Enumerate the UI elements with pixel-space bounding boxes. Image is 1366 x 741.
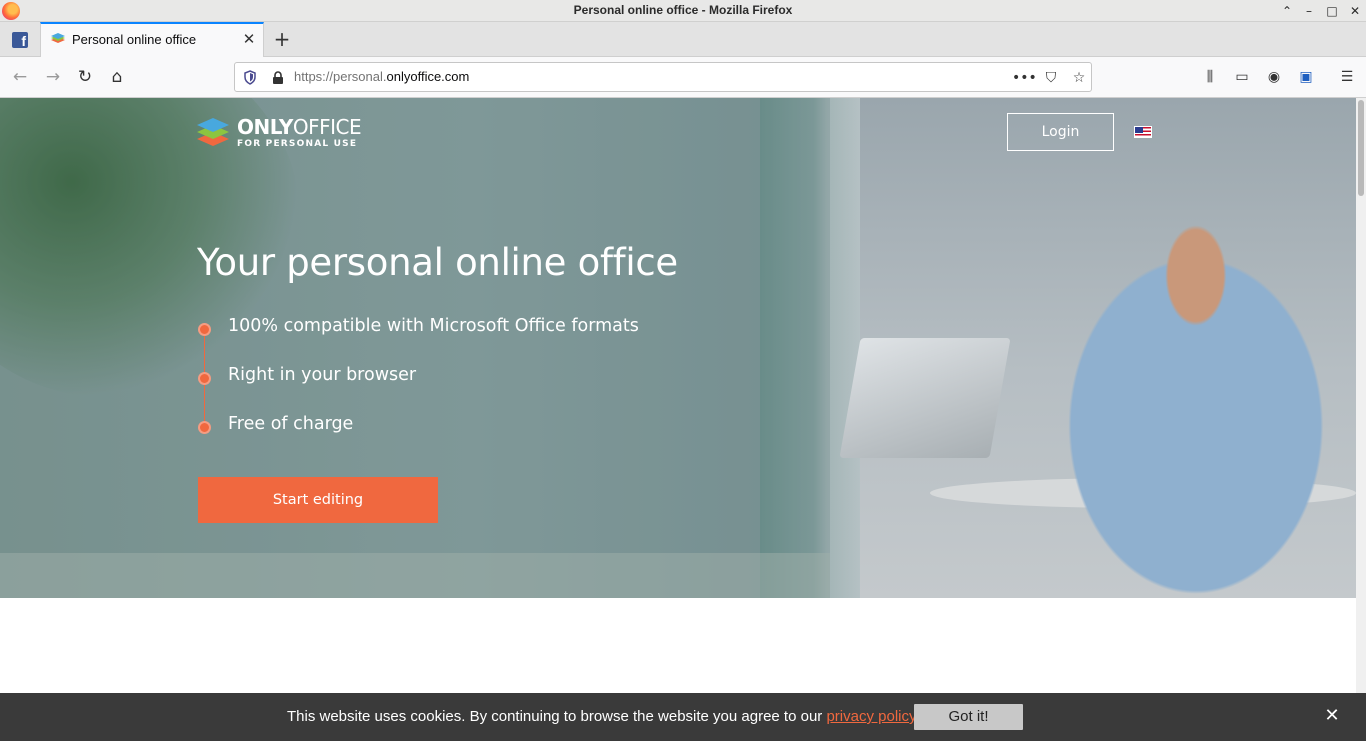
navigation-toolbar: ← → ↻ ⌂ https://personal.onlyoffice.com … — [0, 57, 1366, 98]
cookie-text: This website uses cookies. By continuing… — [287, 708, 827, 725]
logo-subtitle: FOR PERSONAL USE — [237, 139, 358, 149]
feature-label: Free of charge — [228, 414, 354, 434]
window-titlebar: Personal online office - Mozilla Firefox… — [0, 0, 1366, 22]
hero-person-image — [1000, 168, 1356, 598]
menu-icon[interactable]: ☰ — [1337, 67, 1357, 87]
got-it-button[interactable]: Got it! — [914, 704, 1023, 730]
tab-facebook[interactable]: f — [0, 22, 40, 57]
page-content: ONLYOFFICE FOR PERSONAL USE Login Your p… — [0, 98, 1366, 741]
sidebar-icon[interactable]: ▭ — [1232, 67, 1252, 87]
url-text[interactable]: https://personal.onlyoffice.com — [294, 69, 469, 84]
onlyoffice-favicon-icon — [51, 33, 65, 43]
page-headline: Your personal online office — [197, 241, 678, 284]
window-minimize-button[interactable]: – — [1300, 2, 1318, 20]
scrollbar-thumb[interactable] — [1358, 100, 1364, 196]
onlyoffice-logo[interactable]: ONLYOFFICE FOR PERSONAL USE — [196, 114, 366, 149]
cookie-banner: This website uses cookies. By continuing… — [0, 693, 1366, 741]
window-close-button[interactable]: ✕ — [1346, 2, 1364, 20]
hero-floor — [0, 553, 830, 598]
pocket-icon[interactable]: ⛉ — [1041, 68, 1061, 88]
cookie-close-icon[interactable]: ✕ — [1323, 706, 1341, 726]
facebook-icon: f — [12, 32, 28, 48]
tab-personal-online-office[interactable]: Personal online office ✕ — [40, 22, 264, 57]
bookmark-star-icon[interactable]: ☆ — [1069, 68, 1089, 88]
bullet-dot-icon — [198, 421, 211, 434]
logo-name-only: ONLY — [237, 115, 293, 139]
tracking-protection-shield-icon[interactable] — [243, 70, 257, 85]
privacy-policy-link[interactable]: privacy policy — [826, 708, 916, 725]
onlyoffice-logo-icon — [197, 118, 229, 146]
url-domain: onlyoffice.com — [386, 69, 470, 84]
login-button[interactable]: Login — [1007, 113, 1114, 151]
hero-laptop-image — [839, 338, 1011, 458]
window-title: Personal online office - Mozilla Firefox — [573, 3, 793, 17]
us-flag-language-icon[interactable] — [1134, 126, 1152, 138]
feature-label: Right in your browser — [228, 365, 417, 385]
feature-label: 100% compatible with Microsoft Office fo… — [228, 316, 639, 336]
logo-name-office: OFFICE — [292, 115, 362, 139]
library-icon[interactable]: ⫼ — [1200, 67, 1220, 87]
back-button[interactable]: ← — [9, 66, 31, 88]
tab-strip: f Personal online office ✕ + — [0, 22, 1366, 57]
hero-banner: ONLYOFFICE FOR PERSONAL USE Login Your p… — [0, 98, 1356, 598]
hero-overlay — [0, 98, 830, 598]
url-bar[interactable]: https://personal.onlyoffice.com ••• ⛉ ☆ — [234, 62, 1092, 92]
bullet-dot-icon — [198, 323, 211, 336]
page-actions-more-icon[interactable]: ••• — [1012, 68, 1037, 88]
start-editing-button[interactable]: Start editing — [198, 477, 438, 523]
url-prefix: https://personal. — [294, 69, 387, 84]
window-maximize-button[interactable]: □ — [1323, 2, 1341, 20]
logo-name: ONLYOFFICE — [237, 115, 362, 139]
extension-icon[interactable]: ▣ — [1296, 67, 1316, 87]
reload-button[interactable]: ↻ — [74, 66, 96, 88]
account-icon[interactable]: ◉ — [1264, 67, 1284, 87]
home-button[interactable]: ⌂ — [106, 66, 128, 88]
page-scrollbar[interactable] — [1356, 98, 1366, 693]
secure-lock-icon[interactable] — [271, 70, 285, 85]
tab-label: Personal online office — [72, 32, 197, 47]
bullet-dot-icon — [198, 372, 211, 385]
forward-button[interactable]: → — [42, 66, 64, 88]
new-tab-button[interactable]: + — [272, 29, 292, 50]
cookie-message: This website uses cookies. By continuing… — [287, 708, 917, 725]
tab-close-icon[interactable]: ✕ — [241, 31, 257, 47]
window-restore-button[interactable]: ⌃ — [1278, 2, 1296, 20]
